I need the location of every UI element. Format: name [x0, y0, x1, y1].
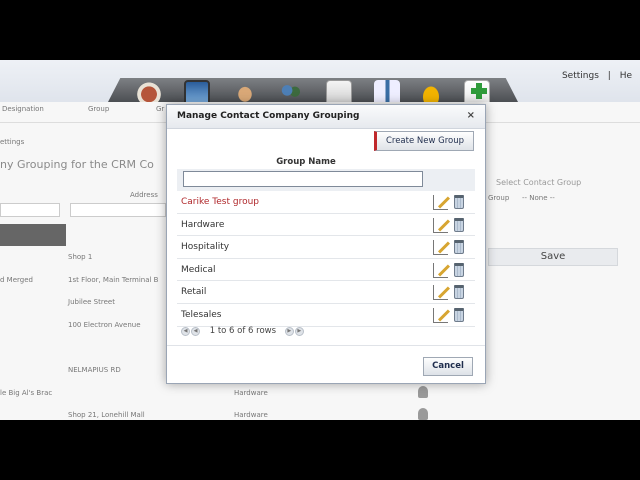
- bg-row-address: Jubilee Street: [68, 298, 115, 306]
- bg-save-button[interactable]: Save: [488, 248, 618, 266]
- column-group: Group: [88, 105, 110, 113]
- dialog-header: Manage Contact Company Grouping ×: [167, 105, 485, 129]
- manage-grouping-dialog: Manage Contact Company Grouping × Create…: [166, 104, 486, 384]
- bg-row-group: Hardware: [234, 389, 268, 397]
- close-icon[interactable]: ×: [467, 110, 475, 121]
- bg-row-address: 1st Floor, Main Terminal B: [68, 276, 159, 284]
- group-name: Hardware: [181, 219, 225, 230]
- bg-row-address: NELMAPIUS RD: [68, 366, 121, 374]
- settings-link[interactable]: Settings: [562, 71, 599, 81]
- bg-row-name: le Big Al's Brac: [0, 389, 53, 397]
- delete-icon[interactable]: [454, 240, 464, 255]
- help-link[interactable]: He: [620, 71, 632, 81]
- top-bar: Settings | He: [0, 60, 640, 102]
- column-designation: Designation: [2, 105, 44, 113]
- delete-icon[interactable]: [454, 262, 464, 277]
- delete-icon[interactable]: [454, 195, 464, 209]
- edit-icon[interactable]: [433, 307, 448, 323]
- select-contact-group[interactable]: Select Contact Group: [496, 178, 581, 187]
- settings-breadcrumb: ettings: [0, 138, 25, 146]
- group-name: Telesales: [181, 309, 222, 320]
- app-viewport: Settings | He Designation Group Gr ettin…: [0, 60, 640, 420]
- bg-address-input[interactable]: [70, 203, 166, 217]
- create-new-group-button[interactable]: Create New Group: [374, 131, 474, 151]
- pager: ◀ ◀ 1 to 6 of 6 rows ▶ ▶: [181, 326, 305, 340]
- page-heading: ny Grouping for the CRM Co: [0, 158, 154, 171]
- group-name: Medical: [181, 264, 216, 275]
- edit-icon[interactable]: [433, 285, 448, 301]
- toolbar-dock: [108, 78, 518, 102]
- dialog-title: Manage Contact Company Grouping: [177, 111, 360, 121]
- bg-row-address: 100 Electron Avenue: [68, 321, 141, 329]
- edit-icon[interactable]: [433, 217, 448, 233]
- group-name: Hospitality: [181, 242, 230, 253]
- table-row[interactable]: Medical: [177, 259, 475, 282]
- group-name-header[interactable]: Group Name: [177, 155, 475, 169]
- group-label: Group: [488, 194, 510, 202]
- bg-selected-row: [0, 224, 66, 246]
- bg-row-group: Hardware: [234, 411, 268, 419]
- dialog-footer-divider: [167, 345, 485, 346]
- column-gr: Gr: [156, 105, 165, 113]
- bg-row-address: Shop 1: [68, 253, 93, 261]
- group-select[interactable]: -- None --: [522, 194, 555, 202]
- table-row[interactable]: Hospitality: [177, 236, 475, 259]
- address-label: Address: [130, 191, 158, 199]
- last-page-icon[interactable]: ▶: [294, 326, 304, 336]
- prev-page-icon[interactable]: ◀: [191, 326, 200, 336]
- next-page-icon[interactable]: ▶: [284, 326, 294, 336]
- bg-row-address: Shop 21, Lonehill Mall: [68, 411, 145, 419]
- bg-filter-input[interactable]: [0, 203, 60, 217]
- delete-icon[interactable]: [454, 285, 464, 300]
- cancel-button[interactable]: Cancel: [423, 357, 473, 376]
- table-row[interactable]: Telesales: [177, 304, 475, 327]
- grid-rows: Carike Test group Hardware Hospitality M…: [177, 191, 475, 327]
- delete-icon[interactable]: [454, 217, 464, 232]
- group-name: Carike Test group: [181, 197, 260, 207]
- table-row[interactable]: Carike Test group: [177, 191, 475, 214]
- top-link-separator: |: [607, 71, 611, 81]
- bg-row-name: d Merged: [0, 276, 33, 284]
- delete-icon[interactable]: [454, 307, 464, 322]
- group-grid: Group Name Carike Test group Hardware Ho…: [177, 155, 475, 327]
- edit-icon[interactable]: [433, 262, 448, 278]
- edit-icon[interactable]: [433, 240, 448, 256]
- edit-icon[interactable]: [433, 195, 448, 210]
- contact-person-icon[interactable]: [418, 408, 428, 420]
- group-name-filter-input[interactable]: [183, 171, 423, 187]
- contact-person-icon[interactable]: [418, 386, 428, 398]
- table-row[interactable]: Hardware: [177, 214, 475, 237]
- grid-filter-row: [177, 169, 475, 191]
- group-name: Retail: [181, 287, 207, 298]
- top-links: Settings | He: [556, 71, 632, 81]
- first-page-icon[interactable]: ◀: [181, 326, 190, 336]
- pager-text: 1 to 6 of 6 rows: [209, 326, 277, 336]
- table-row[interactable]: Retail: [177, 281, 475, 304]
